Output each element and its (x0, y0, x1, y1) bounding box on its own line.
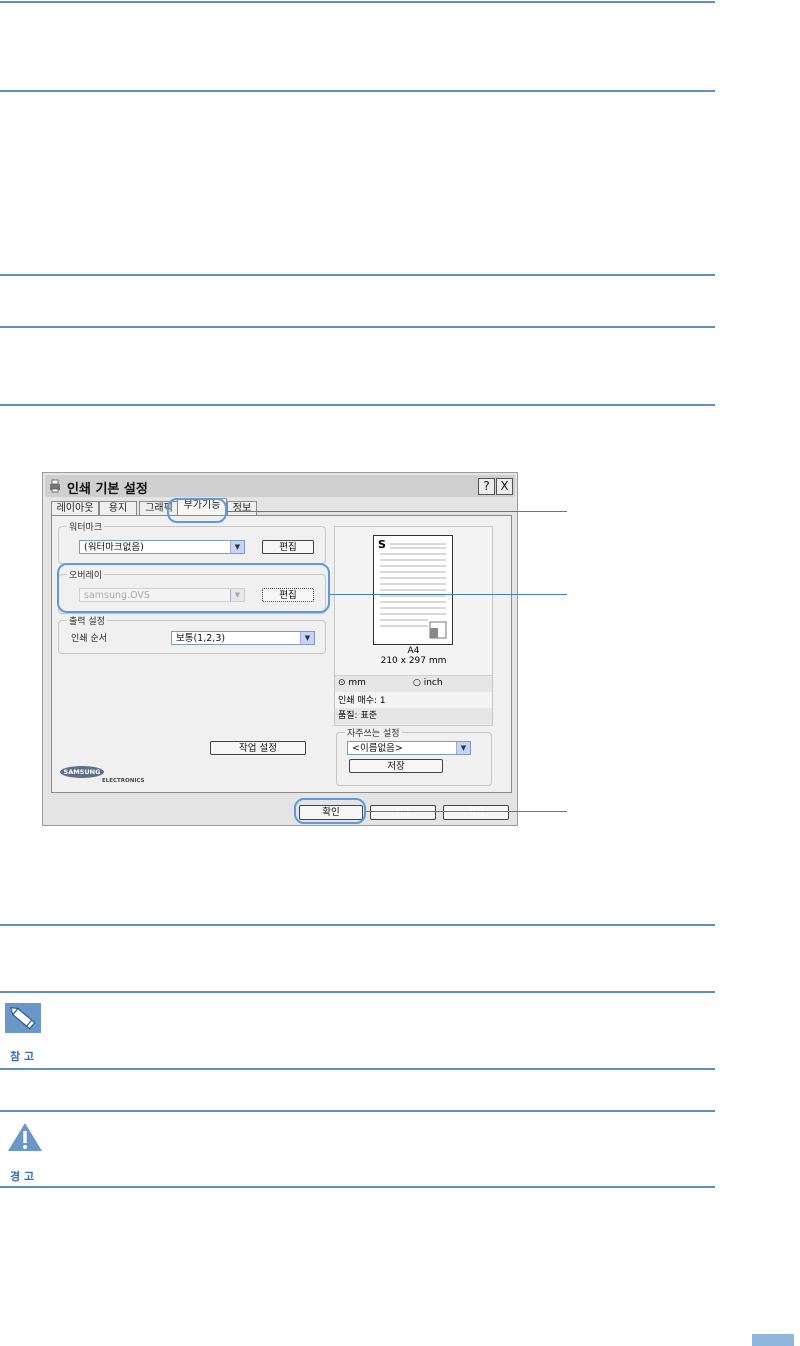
leader-line (330, 594, 567, 595)
favorites-group-label: 자주쓰는 설정 (345, 726, 402, 739)
rule (0, 404, 715, 406)
warning-label: 경 고 (10, 1170, 35, 1183)
paper-size: 210 x 297 mm (380, 656, 447, 666)
watermark-selected: (워터마크없음) (84, 542, 144, 553)
paper-preview: S (373, 535, 453, 645)
rule (0, 326, 715, 328)
quality-info: 품질: 표준 (335, 708, 492, 724)
favorites-save-button[interactable]: 저장 (349, 759, 443, 773)
unit-mm-radio[interactable]: ⊙ mm (338, 678, 366, 688)
chevron-down-icon: ▼ (456, 742, 470, 754)
favorites-selected: <이름없음> (352, 743, 403, 754)
dialog-title: 인쇄 기본 설정 (67, 482, 148, 497)
tab-about[interactable]: 정보 (227, 501, 257, 515)
callout-ok-button (294, 798, 366, 824)
copies-info: 인쇄 매수: 1 (338, 696, 386, 706)
rule (0, 90, 715, 92)
pencil-note-icon (5, 1003, 41, 1033)
rule (0, 1068, 715, 1070)
tab-layout[interactable]: 레이아웃 (51, 501, 99, 515)
help-button[interactable]: ? (478, 478, 495, 495)
watermark-edit-button[interactable]: 편집 (262, 540, 314, 554)
print-preferences-dialog: 인쇄 기본 설정 ? X 레이아웃 용지 그래픽 부가기능 정보 워터마크 (워… (42, 472, 518, 826)
samsung-logo-mark: SAMSUNG (60, 766, 104, 778)
chevron-down-icon: ▼ (230, 541, 244, 553)
paper-preview-panel: S A4 210 x 297 mm ⊙ mm ○ inch 인쇄 매수: 1 품… (334, 526, 493, 726)
unit-row: ⊙ mm ○ inch (335, 675, 492, 692)
unit-inch-radio[interactable]: ○ inch (413, 678, 443, 688)
watermark-group: 워터마크 (워터마크없음) ▼ 편집 (58, 520, 326, 564)
leader-line (366, 811, 567, 812)
callout-overlay-group (57, 563, 330, 613)
leader-line (227, 511, 567, 512)
extras-tab-panel: 워터마크 (워터마크없음) ▼ 편집 오버레이 samsung.OVS ▼ 편집… (51, 515, 512, 793)
printer-icon (50, 479, 60, 493)
favorites-select[interactable]: <이름없음> ▼ (347, 741, 471, 755)
tab-paper[interactable]: 용지 (99, 501, 137, 515)
print-order-label: 인쇄 순서 (71, 634, 107, 644)
rule (0, 991, 715, 993)
unit-mm-label: mm (348, 678, 366, 688)
rule (0, 274, 715, 276)
warning-icon (8, 1123, 42, 1151)
rule (0, 924, 715, 926)
page-edge-tab (752, 1334, 794, 1346)
unit-inch-label: inch (423, 678, 443, 688)
paper-lines (380, 543, 447, 639)
print-order-select[interactable]: 보통(1,2,3) ▼ (171, 631, 315, 645)
chevron-down-icon: ▼ (300, 632, 314, 644)
rule-top (0, 1, 715, 3)
output-group: 출력 설정 인쇄 순서 보통(1,2,3) ▼ (58, 614, 326, 654)
samsung-logo-sub: ELECTRONICS (102, 778, 145, 784)
close-button[interactable]: X (496, 478, 513, 495)
note-label: 참 고 (10, 1050, 35, 1063)
apply-button[interactable]: 적용 (443, 805, 509, 820)
output-group-label: 출력 설정 (67, 614, 107, 627)
watermark-select[interactable]: (워터마크없음) ▼ (79, 540, 245, 554)
watermark-group-label: 워터마크 (67, 520, 105, 533)
rule (0, 1186, 715, 1188)
paper-name: A4 (407, 646, 420, 656)
favorites-group: 자주쓰는 설정 <이름없음> ▼ 저장 (336, 726, 492, 786)
print-order-selected: 보통(1,2,3) (176, 633, 226, 644)
job-settings-button[interactable]: 작업 설정 (210, 741, 306, 755)
samsung-logo: SAMSUNG ELECTRONICS (60, 766, 150, 786)
rule (0, 1110, 715, 1112)
callout-extras-tab (167, 498, 227, 523)
cancel-button[interactable]: 취소 (370, 805, 436, 820)
dialog-titlebar: 인쇄 기본 설정 ? X (45, 475, 515, 497)
